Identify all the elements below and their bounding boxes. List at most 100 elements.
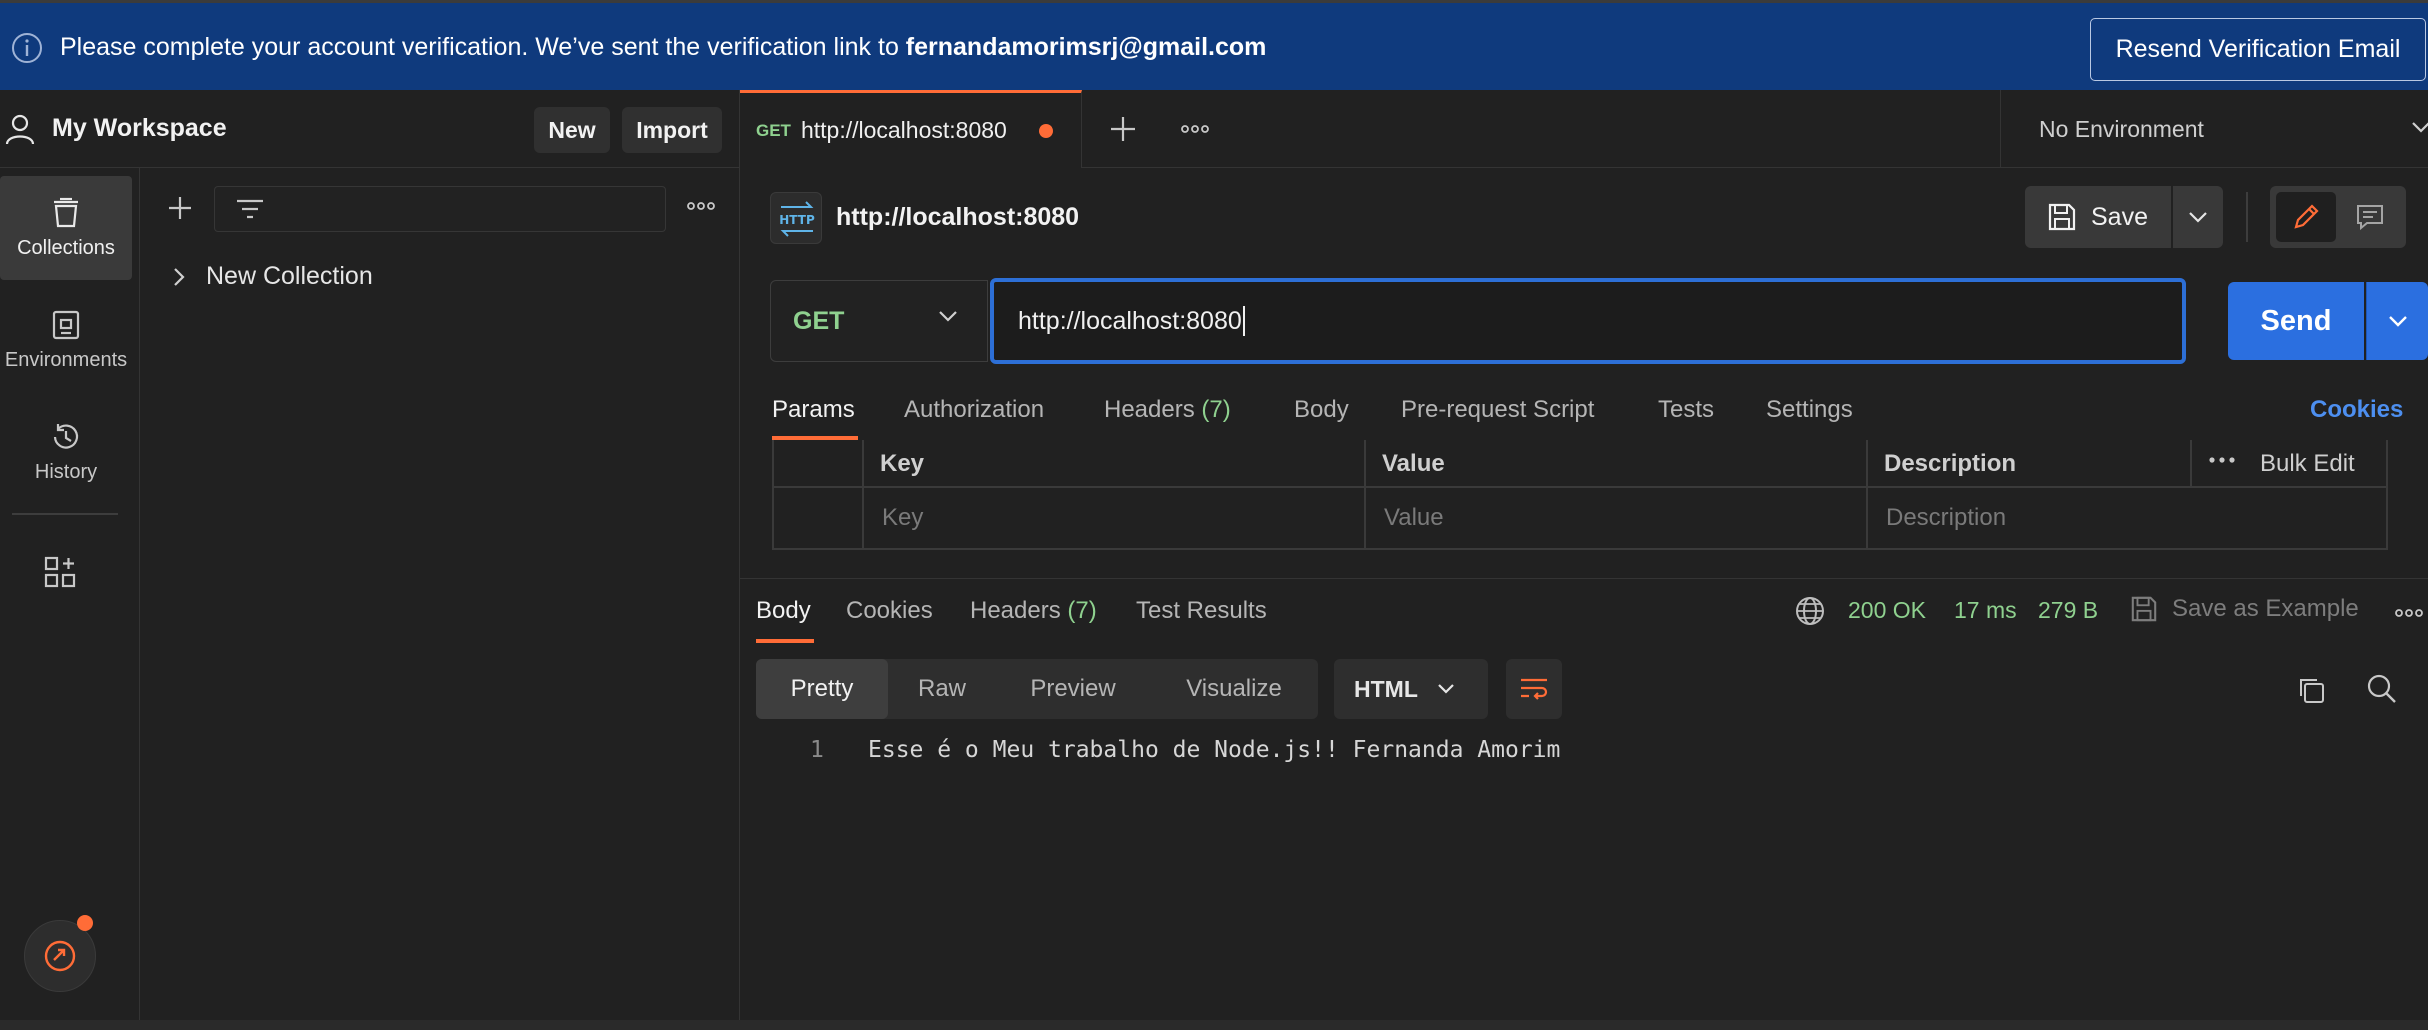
new-tab-plus-icon[interactable] xyxy=(1108,114,1138,144)
request-panel: HTTP http://localhost:8080 Save GET http… xyxy=(740,168,2428,578)
filter-search-input[interactable] xyxy=(214,186,666,232)
collection-item[interactable]: New Collection xyxy=(172,262,373,291)
tab-settings[interactable]: Settings xyxy=(1766,396,1853,424)
wrap-lines-button[interactable] xyxy=(1506,659,1562,719)
sidebar-more-icon[interactable] xyxy=(686,200,716,212)
pencil-icon xyxy=(2291,202,2321,232)
unsaved-dot xyxy=(1038,123,1053,138)
postbot-button[interactable] xyxy=(24,915,96,992)
response-time[interactable]: 17 ms xyxy=(1954,597,2017,624)
format-visualize[interactable]: Visualize xyxy=(1150,659,1318,719)
tab-method: GET xyxy=(756,120,791,140)
tab-tests[interactable]: Tests xyxy=(1658,396,1714,424)
tab-request[interactable]: GET http://localhost:8080 xyxy=(740,90,1082,168)
url-value: http://localhost:8080 xyxy=(1018,306,1242,335)
params-header-description: Description xyxy=(1884,450,2017,477)
rail-label-history: History xyxy=(34,460,98,483)
headers-count: (7) xyxy=(1201,396,1231,423)
notification-dot xyxy=(77,915,93,931)
status-code[interactable]: 200 OK xyxy=(1848,597,1926,624)
environment-selector[interactable]: No Environment xyxy=(2000,90,2428,168)
format-tabs: Pretty Raw Preview Visualize xyxy=(756,659,1318,719)
send-button[interactable]: Send xyxy=(2228,282,2364,360)
rail-label-collections: Collections xyxy=(17,236,115,259)
save-button[interactable]: Save xyxy=(2025,186,2171,248)
new-button[interactable]: New xyxy=(534,107,610,153)
language-select[interactable]: HTML xyxy=(1334,659,1488,719)
save-as-example-label: Save as Example xyxy=(2172,595,2359,622)
method-select[interactable]: GET xyxy=(770,280,988,362)
response-size[interactable]: 279 B xyxy=(2038,597,2098,624)
format-raw[interactable]: Raw xyxy=(888,659,996,719)
save-as-example-button[interactable]: Save as Example xyxy=(2130,595,2359,623)
add-apps-icon[interactable] xyxy=(44,556,76,588)
chevron-right-icon xyxy=(172,266,186,288)
postbot-icon xyxy=(42,938,78,974)
search-icon[interactable] xyxy=(2366,673,2398,705)
collection-name: New Collection xyxy=(206,262,373,290)
http-icon: HTTP xyxy=(770,192,822,244)
filter-icon xyxy=(235,195,265,223)
line-number: 1 xyxy=(810,737,824,763)
workspace-header: My Workspace New Import xyxy=(0,90,740,168)
response-more-icon[interactable] xyxy=(2394,607,2424,619)
active-response-tab-underline xyxy=(756,639,814,643)
history-icon xyxy=(50,421,82,453)
add-collection-icon[interactable] xyxy=(166,194,194,222)
tab-headers[interactable]: Headers (7) xyxy=(1104,396,1231,424)
workspace-title[interactable]: My Workspace xyxy=(52,114,227,143)
verification-banner: Please complete your account verificatio… xyxy=(0,0,2428,90)
tabs-more-icon[interactable] xyxy=(1180,123,1210,135)
tab-params[interactable]: Params xyxy=(772,396,855,424)
edit-mode-button[interactable] xyxy=(2276,192,2336,242)
resend-verification-button[interactable]: Resend Verification Email xyxy=(2090,18,2426,81)
save-disk-icon xyxy=(2047,202,2077,232)
send-options-button[interactable] xyxy=(2366,282,2428,360)
response-tab-body[interactable]: Body xyxy=(756,597,811,625)
bulk-edit-button[interactable]: Bulk Edit xyxy=(2260,450,2355,478)
tab-pre-request-script[interactable]: Pre-request Script xyxy=(1401,396,1594,424)
save-label: Save xyxy=(2091,202,2148,231)
left-rail: Collections Environments History xyxy=(0,168,140,1030)
banner-email: fernandamorimsrj@gmail.com xyxy=(905,33,1267,61)
rail-item-collections[interactable]: Collections xyxy=(0,176,132,280)
svg-text:HTTP: HTTP xyxy=(779,213,815,227)
params-more-icon[interactable] xyxy=(2208,454,2236,466)
wrap-lines-icon xyxy=(1518,675,1550,703)
cookies-link[interactable]: Cookies xyxy=(2310,396,2403,424)
url-input[interactable]: http://localhost:8080 xyxy=(990,278,2186,364)
chevron-down-icon xyxy=(2410,120,2428,134)
tab-body[interactable]: Body xyxy=(1294,396,1349,424)
response-tab-test-results[interactable]: Test Results xyxy=(1136,597,1267,625)
save-options-button[interactable] xyxy=(2173,186,2223,248)
params-header-value: Value xyxy=(1382,450,1445,477)
response-tab-cookies[interactable]: Cookies xyxy=(846,597,933,625)
tab-authorization[interactable]: Authorization xyxy=(904,396,1044,424)
response-body[interactable]: Esse é o Meu trabalho de Node.js!! Ferna… xyxy=(868,737,1560,763)
environments-icon xyxy=(51,309,81,341)
params-table: Key Value Description Bulk Edit Key Valu… xyxy=(772,440,2388,550)
request-tabs-bar: GET http://localhost:8080 No Environment xyxy=(740,90,2428,168)
param-value-input[interactable]: Value xyxy=(1384,504,1444,532)
request-name[interactable]: http://localhost:8080 xyxy=(836,203,1079,232)
chevron-down-icon xyxy=(2387,314,2409,328)
comments-button[interactable] xyxy=(2340,192,2400,242)
status-bar xyxy=(0,1020,2428,1030)
param-description-input[interactable]: Description xyxy=(1886,504,2006,532)
globe-icon[interactable] xyxy=(1794,595,1826,627)
info-icon xyxy=(10,31,44,65)
user-icon xyxy=(4,112,36,146)
text-cursor xyxy=(1242,306,1245,336)
response-headers-label: Headers xyxy=(970,597,1061,624)
chevron-down-icon xyxy=(1436,683,1456,695)
toolbar-divider xyxy=(2246,192,2248,242)
format-pretty[interactable]: Pretty xyxy=(756,659,888,719)
params-header-key: Key xyxy=(880,450,925,477)
param-key-input[interactable]: Key xyxy=(882,504,923,532)
format-preview[interactable]: Preview xyxy=(996,659,1150,719)
rail-item-history[interactable]: History xyxy=(0,400,132,504)
rail-item-environments[interactable]: Environments xyxy=(0,288,132,392)
copy-icon[interactable] xyxy=(2296,675,2326,705)
response-tab-headers[interactable]: Headers (7) xyxy=(970,597,1097,625)
import-button[interactable]: Import xyxy=(622,107,722,153)
